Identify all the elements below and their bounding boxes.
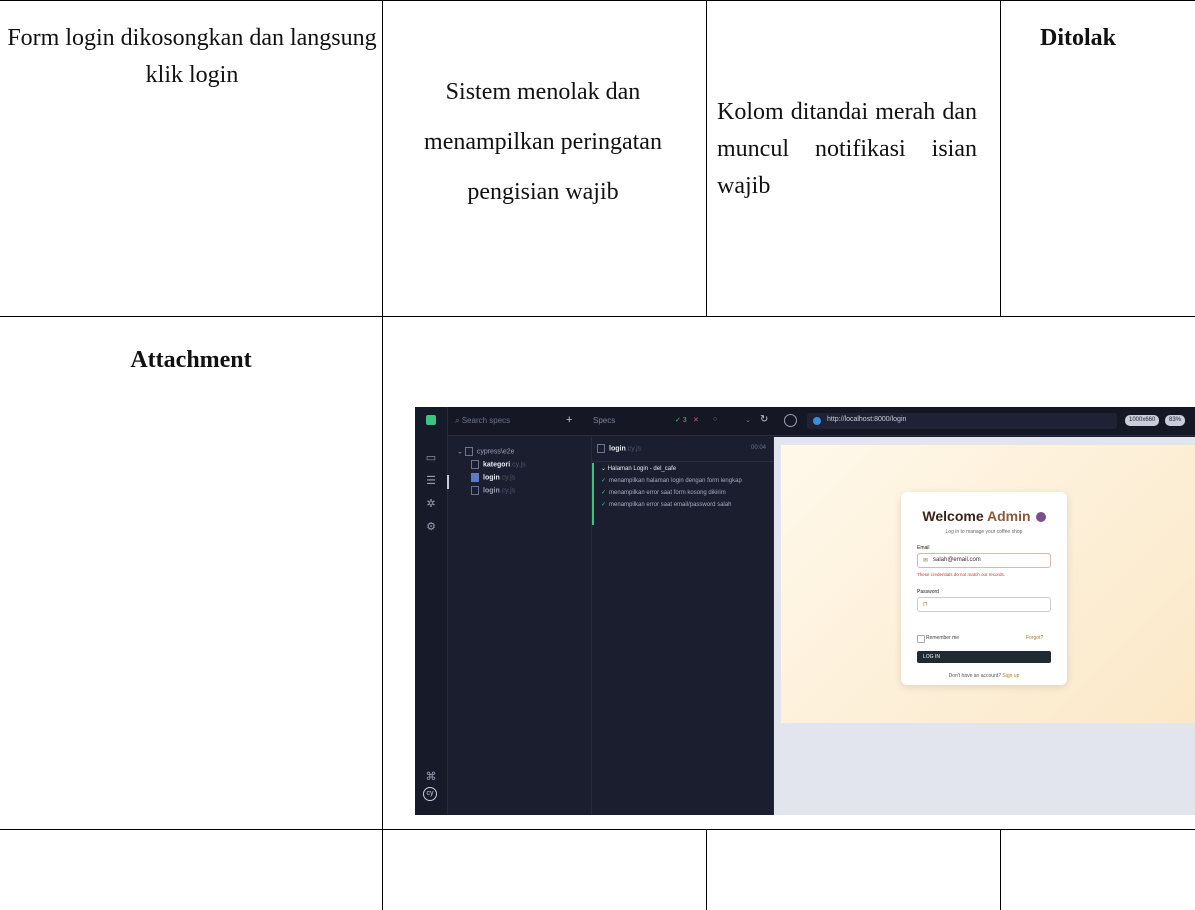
cypress-logo-icon: cy: [423, 787, 437, 801]
suite-title[interactable]: ⌄ Halaman Login - del_cafe: [601, 465, 676, 472]
login-card-title: Welcome Admin: [901, 508, 1067, 524]
table-col-divider-2b: [706, 829, 707, 910]
scenario-cell: Form login dikosongkan dan langsung klik…: [7, 25, 377, 88]
attachment-label: Attachment: [130, 347, 252, 373]
browser-globe-icon: [813, 417, 821, 425]
signup-line: Don't have an account? Sign up: [948, 673, 1020, 679]
url-bar[interactable]: http://localhost:8000/login: [807, 413, 1117, 429]
app-under-test-panel: Welcome Admin Log in to manage your coff…: [774, 437, 1195, 815]
password-field[interactable]: ⊓: [917, 597, 1051, 612]
tree-folder[interactable]: ⌄ cypress\e2e: [457, 447, 515, 456]
chevron-down-icon[interactable]: ⌄: [745, 416, 751, 424]
test-item[interactable]: ✓ menampilkan halaman login dengan form l…: [601, 477, 742, 484]
password-label: Password: [917, 589, 939, 595]
zoom-badge: 83%: [1165, 415, 1186, 426]
reporter-header: login.cy.js 00:04: [591, 437, 773, 462]
selector-playground-icon[interactable]: [784, 414, 797, 427]
keyboard-shortcut-icon[interactable]: ⌘: [425, 771, 437, 783]
table-col-divider-3b: [1000, 829, 1001, 910]
search-specs-input[interactable]: ⌕ Search specs: [455, 416, 510, 426]
rerun-icon[interactable]: ↻: [760, 414, 768, 425]
file-icon: [471, 460, 479, 469]
add-spec-button[interactable]: +: [566, 414, 572, 426]
signup-link[interactable]: Sign up: [1002, 673, 1019, 679]
app-viewport: Welcome Admin Log in to manage your coff…: [781, 445, 1195, 723]
table-col-divider-1: [382, 0, 383, 910]
remember-label: Remember me: [926, 635, 960, 641]
actual-result-cell: Kolom ditandai merah dan muncul notifika…: [717, 99, 977, 199]
cypress-icon-rail: ▭ ☰ ✲ ⚙ ⌘ cy: [415, 407, 448, 815]
specs-tab[interactable]: Specs: [593, 416, 615, 425]
test-item[interactable]: ✓ menampilkan error saat email/password s…: [601, 501, 731, 508]
file-icon: [597, 444, 605, 453]
table-top-border: [0, 0, 1195, 1]
status-cell: Ditolak: [1040, 25, 1117, 51]
table-row-divider-1: [0, 316, 1195, 317]
expected-result-cell: Sistem menolak dan menampilkan peringata…: [424, 79, 662, 205]
tree-file-login[interactable]: login.cy.js: [471, 486, 515, 495]
lock-icon: ⊓: [923, 602, 928, 608]
check-icon: ✓: [601, 490, 607, 496]
folder-icon: [464, 447, 473, 456]
coffee-logo-icon: [1035, 512, 1046, 523]
fail-count-badge: ✕: [693, 417, 699, 424]
check-icon: ✓: [601, 502, 607, 508]
tree-file-login-active[interactable]: login.cy.js: [471, 473, 515, 482]
file-icon: [471, 473, 479, 482]
file-icon: [471, 486, 479, 495]
spec-tree: ⌄ cypress\e2e kategori.cy.js login.cy.js…: [451, 437, 592, 815]
test-item[interactable]: ✓ menampilkan error saat form kosong diki…: [601, 489, 726, 496]
debug-icon[interactable]: ✲: [425, 498, 437, 510]
login-card-subtitle: Log in to manage your coffee shop: [945, 529, 1023, 535]
settings-gear-icon[interactable]: ⚙: [425, 521, 437, 533]
specs-list-icon[interactable]: ☰: [425, 475, 437, 487]
command-log: login.cy.js 00:04 ⌄ Halaman Login - del_…: [591, 437, 774, 815]
check-icon: ✓: [601, 478, 607, 484]
email-label: Email: [917, 545, 930, 551]
table-col-divider-2: [706, 0, 707, 316]
reporter-spec-title: login.cy.js: [597, 444, 641, 453]
table-col-divider-3: [1000, 0, 1001, 316]
app-logo-icon: [426, 415, 436, 425]
tree-file-kategori[interactable]: kategori.cy.js: [471, 460, 526, 469]
forgot-link[interactable]: Forgot?: [1026, 635, 1043, 641]
viewport-badge: 1000x660: [1125, 415, 1160, 426]
browser-icon[interactable]: ▭: [425, 452, 437, 464]
mail-icon: ✉: [923, 558, 929, 564]
login-card: Welcome Admin Log in to manage your coff…: [901, 492, 1067, 685]
reporter-duration: 00:04: [751, 445, 767, 451]
pending-count-badge: ○: [713, 416, 718, 423]
suite-status-bar: [592, 463, 594, 525]
table-row-divider-2: [0, 829, 1195, 830]
url-text: http://localhost:8000/login: [827, 416, 907, 423]
rail-active-indicator: [447, 475, 449, 489]
email-value: salah@email.com: [933, 557, 981, 563]
login-button[interactable]: LOG IN: [917, 651, 1051, 663]
email-field[interactable]: ✉ salah@email.com: [917, 553, 1051, 568]
credentials-error: These credentials do not match our recor…: [917, 572, 1006, 577]
pass-count-badge: ✓ 3: [675, 417, 687, 424]
remember-checkbox[interactable]: [917, 635, 925, 643]
cypress-screenshot: ▭ ☰ ✲ ⚙ ⌘ cy ⌕ Search specs + Specs ✓ 3 …: [415, 407, 1195, 815]
